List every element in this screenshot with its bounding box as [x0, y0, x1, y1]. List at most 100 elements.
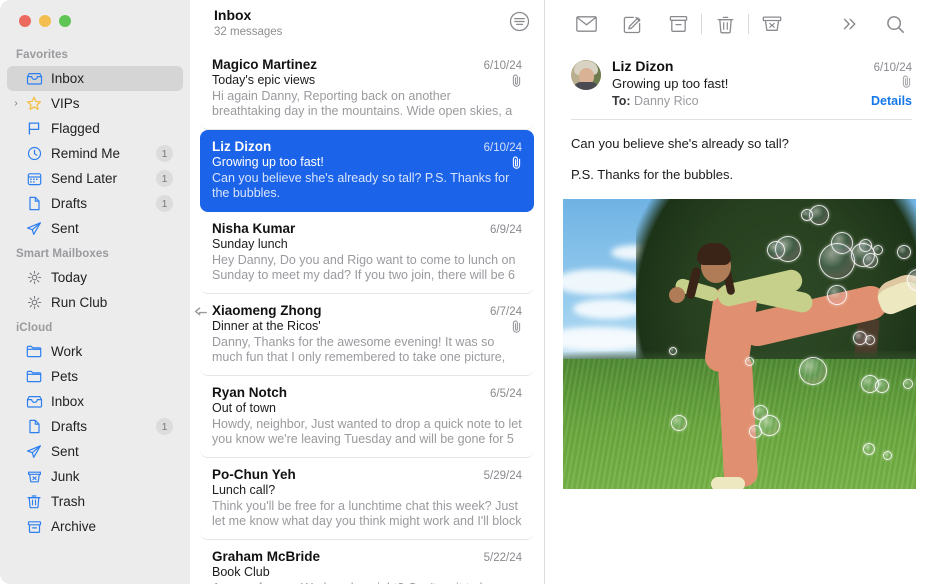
message-sender: Liz Dizon	[212, 139, 271, 154]
mail-window: Favorites Inbox › VIPs Flagged Remind M	[0, 0, 934, 584]
message-subject: Lunch call?	[212, 483, 275, 497]
zoom-button[interactable]	[59, 15, 71, 27]
body-paragraph: P.S. Thanks for the bubbles.	[571, 165, 908, 185]
archive-button[interactable]	[655, 9, 701, 39]
message-date: 5/22/24	[484, 552, 522, 564]
message-list-item[interactable]: Graham McBride 5/22/24 Book Club Are you…	[200, 540, 534, 584]
sidebar-item-icloud-drafts[interactable]: Drafts 1	[7, 414, 183, 439]
gear-icon	[25, 270, 43, 286]
to-label: To:	[612, 94, 631, 108]
attachment-image-container	[545, 199, 934, 489]
message-sender: Magico Martinez	[212, 57, 317, 72]
girl-figure	[681, 225, 916, 489]
unread-badge: 1	[156, 170, 173, 187]
sidebar-item-label: Trash	[51, 494, 175, 509]
sidebar-item-pets[interactable]: Pets	[7, 364, 183, 389]
document-icon	[25, 196, 43, 212]
message-list-item-selected[interactable]: Liz Dizon 6/10/24 Growing up too fast! C…	[200, 130, 534, 212]
sidebar-item-archive[interactable]: Archive	[7, 514, 183, 539]
message-list-item[interactable]: Po-Chun Yeh 5/29/24 Lunch call? Think yo…	[200, 458, 534, 540]
junk-button[interactable]	[749, 9, 795, 39]
unread-badge: 1	[156, 418, 173, 435]
filter-icon[interactable]	[509, 11, 530, 37]
folder-icon	[25, 344, 43, 360]
message-preview: Hey Danny, Do you and Rigo want to come …	[212, 253, 522, 283]
sidebar-section-favorites-title: Favorites	[0, 42, 190, 66]
message-date: 5/29/24	[484, 470, 522, 482]
sidebar-item-label: Inbox	[51, 394, 175, 409]
paper-plane-icon	[25, 444, 43, 460]
inbox-icon	[25, 71, 43, 87]
message-list-item[interactable]: Nisha Kumar 6/9/24 Sunday lunch Hey Dann…	[200, 212, 534, 294]
message-list-item[interactable]: Xiaomeng Zhong 6/7/24 Dinner at the Rico…	[200, 294, 534, 376]
sidebar-item-inbox[interactable]: Inbox	[7, 66, 183, 91]
sidebar-item-vips[interactable]: › VIPs	[7, 91, 183, 116]
message-list-item[interactable]: Magico Martinez 6/10/24 Today's epic vie…	[200, 48, 534, 130]
message-date: 6/7/24	[490, 306, 522, 318]
details-link[interactable]: Details	[871, 94, 912, 108]
message-list-scroll[interactable]: Magico Martinez 6/10/24 Today's epic vie…	[190, 48, 544, 584]
message-subject: Dinner at the Ricos'	[212, 319, 321, 333]
unread-badge: 1	[156, 195, 173, 212]
attachment-icon	[901, 75, 912, 89]
message-sender: Ryan Notch	[212, 385, 287, 400]
sidebar-item-label: Flagged	[51, 121, 175, 136]
message-list-pane: Inbox 32 messages Magico Martinez 6/10/2…	[190, 0, 545, 584]
message-subject: Today's epic views	[212, 73, 315, 87]
mark-unread-button[interactable]	[563, 9, 609, 39]
sidebar-item-work[interactable]: Work	[7, 339, 183, 364]
document-icon	[25, 419, 43, 435]
body-paragraph: Can you believe she's already so tall?	[571, 134, 908, 154]
delete-button[interactable]	[702, 9, 748, 39]
sidebar-item-today[interactable]: Today	[7, 265, 183, 290]
compose-button[interactable]	[609, 9, 655, 39]
close-button[interactable]	[19, 15, 31, 27]
sidebar-item-label: Archive	[51, 519, 175, 534]
chevron-right-icon[interactable]: ›	[11, 99, 21, 109]
message-sender: Xiaomeng Zhong	[212, 303, 322, 318]
search-icon[interactable]	[872, 9, 918, 39]
message-date: 6/5/24	[490, 388, 522, 400]
flag-icon	[25, 121, 43, 137]
reading-pane: Liz Dizon 6/10/24 Growing up too fast! T…	[545, 0, 934, 584]
message-list-header: Inbox 32 messages	[190, 0, 544, 48]
sidebar-item-remind-me[interactable]: Remind Me 1	[7, 141, 183, 166]
junk-icon	[25, 469, 43, 485]
sidebar-item-junk[interactable]: Junk	[7, 464, 183, 489]
message-preview: Danny, Thanks for the awesome evening! I…	[212, 335, 522, 365]
sidebar: Favorites Inbox › VIPs Flagged Remind M	[0, 0, 190, 584]
sidebar-item-label: Pets	[51, 369, 175, 384]
message-preview: Think you'll be free for a lunchtime cha…	[212, 499, 522, 529]
clock-icon	[25, 146, 43, 162]
message-sender: Nisha Kumar	[212, 221, 295, 236]
message-list-item[interactable]: Ryan Notch 6/5/24 Out of town Howdy, nei…	[200, 376, 534, 458]
sidebar-item-label: Work	[51, 344, 175, 359]
sidebar-item-run-club[interactable]: Run Club	[7, 290, 183, 315]
message-header: Liz Dizon 6/10/24 Growing up too fast! T…	[545, 48, 934, 108]
message-sender: Po-Chun Yeh	[212, 467, 296, 482]
trash-icon	[25, 494, 43, 510]
sidebar-item-drafts[interactable]: Drafts 1	[7, 191, 183, 216]
sidebar-item-icloud-sent[interactable]: Sent	[7, 439, 183, 464]
sidebar-item-trash[interactable]: Trash	[7, 489, 183, 514]
message-sender: Graham McBride	[212, 549, 320, 564]
sidebar-item-label: VIPs	[51, 96, 175, 111]
sidebar-item-sent[interactable]: Sent	[7, 216, 183, 241]
message-date: 6/10/24	[484, 142, 522, 154]
message-subject: Growing up too fast!	[612, 76, 728, 91]
sidebar-item-label: Junk	[51, 469, 175, 484]
girl-kicking-with-bubbles-in-backyard-photo[interactable]	[563, 199, 916, 489]
sidebar-item-flagged[interactable]: Flagged	[7, 116, 183, 141]
message-date: 6/10/24	[874, 62, 912, 74]
chevron-double-right-icon[interactable]	[826, 9, 872, 39]
gear-icon	[25, 295, 43, 311]
sidebar-item-send-later[interactable]: Send Later 1	[7, 166, 183, 191]
message-date: 6/10/24	[484, 60, 522, 72]
reading-pane-toolbar	[545, 0, 934, 48]
sidebar-item-icloud-inbox[interactable]: Inbox	[7, 389, 183, 414]
inbox-icon	[25, 394, 43, 410]
minimize-button[interactable]	[39, 15, 51, 27]
message-sender-name: Liz Dizon	[612, 58, 673, 74]
window-traffic-lights	[0, 0, 190, 42]
to-value: Danny Rico	[634, 94, 699, 108]
